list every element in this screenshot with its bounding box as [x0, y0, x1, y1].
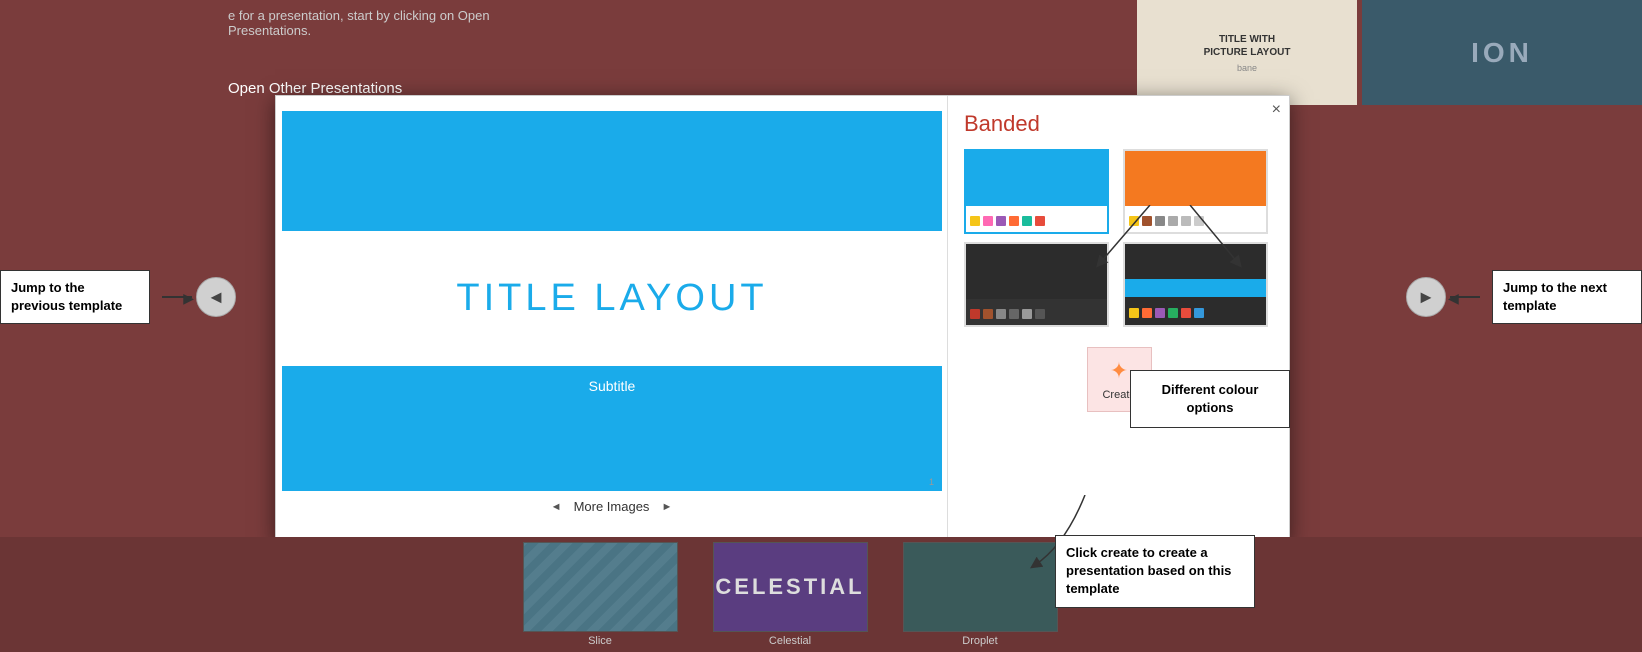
- color-dot: [1035, 216, 1045, 226]
- page-number: 1: [929, 477, 934, 487]
- strip-thumb-slice: [523, 542, 678, 632]
- color-dot: [983, 216, 993, 226]
- slide-white-band: TITLE LAYOUT: [282, 231, 942, 366]
- next-template-callout: Jump to the next template: [1492, 270, 1642, 324]
- next-template-label: Jump to the next template: [1503, 280, 1607, 313]
- swatch-orange-top: [1125, 151, 1266, 206]
- create-hint-label: Click create to create a presentation ba…: [1066, 545, 1231, 596]
- bg-title-thumb: TITLE WITHPICTURE LAYOUT bane: [1137, 0, 1357, 105]
- bg-title-thumb-text: TITLE WITHPICTURE LAYOUT: [1204, 33, 1291, 59]
- color-dot: [996, 216, 1006, 226]
- slide-preview: TITLE LAYOUT Subtitle 1: [282, 111, 942, 491]
- strip-label-droplet: Droplet: [962, 635, 997, 647]
- slide-subtitle-band: Subtitle: [282, 366, 942, 406]
- more-images-label: More Images: [574, 499, 650, 514]
- swatch-dark-bottom: [966, 299, 1107, 327]
- color-dot: [970, 216, 980, 226]
- strip-item-celestial[interactable]: CELESTIAL Celestial: [700, 542, 880, 647]
- strip-item-slice[interactable]: Slice: [510, 542, 690, 647]
- swatch-blue-top: [966, 151, 1107, 206]
- bg-thumb-subtitle: bane: [1237, 63, 1257, 73]
- color-dot: [1009, 216, 1019, 226]
- swatch-dark-top: [966, 244, 1107, 299]
- colour-options-label: Different colour options: [1162, 382, 1259, 415]
- colour-arrow-svg: [1090, 205, 1290, 365]
- slice-pattern: [524, 543, 677, 631]
- colour-options-callout: Different colour options: [1130, 370, 1290, 428]
- swatch-blue-bottom: [966, 206, 1107, 234]
- prev-arrow-line: ▶: [162, 296, 192, 298]
- slide-top-band: [282, 111, 942, 231]
- color-dot: [970, 309, 980, 319]
- preview-section: TITLE LAYOUT Subtitle 1 ◄ More Images ►: [276, 96, 948, 544]
- template-name: Banded: [964, 111, 1274, 137]
- slide-subtitle-text: Subtitle: [589, 378, 636, 394]
- color-dot: [1035, 309, 1045, 319]
- more-images-button[interactable]: More Images: [574, 499, 650, 514]
- swatch-dark[interactable]: [964, 242, 1109, 327]
- color-dot: [996, 309, 1006, 319]
- prev-template-callout: Jump to the previous template: [0, 270, 150, 324]
- swatch-blue[interactable]: [964, 149, 1109, 234]
- color-dot: [1022, 309, 1032, 319]
- right-nav-group: ► ◀ Jump to the next template: [1406, 270, 1642, 324]
- next-image-arrow[interactable]: ►: [661, 501, 672, 513]
- prev-template-label: Jump to the previous template: [11, 280, 122, 313]
- modal-close-button[interactable]: ×: [1272, 102, 1281, 118]
- celestial-text: CELESTIAL: [715, 574, 864, 600]
- color-dot: [1009, 309, 1019, 319]
- color-dot: [983, 309, 993, 319]
- bg-top-text: e for a presentation, start by clicking …: [228, 8, 528, 38]
- slide-title: TITLE LAYOUT: [456, 277, 767, 320]
- bottom-strip: Slice CELESTIAL Celestial Droplet: [0, 537, 1642, 652]
- next-arrow-line: ◀: [1450, 296, 1480, 298]
- bg-ion-thumb: ION: [1362, 0, 1642, 105]
- prev-template-button[interactable]: ◄: [196, 277, 236, 317]
- prev-image-arrow[interactable]: ◄: [551, 501, 562, 513]
- strip-thumb-celestial: CELESTIAL: [713, 542, 868, 632]
- create-hint-callout: Click create to create a presentation ba…: [1055, 535, 1255, 608]
- preview-footer: ◄ More Images ►: [276, 491, 947, 522]
- strip-label-slice: Slice: [588, 635, 612, 647]
- slide-bottom-area: [282, 406, 942, 491]
- strip-label-celestial: Celestial: [769, 635, 811, 647]
- ion-text: ION: [1471, 37, 1533, 69]
- color-dot: [1022, 216, 1032, 226]
- left-nav-group: Jump to the previous template ▶ ◄: [0, 270, 236, 324]
- next-template-button[interactable]: ►: [1406, 277, 1446, 317]
